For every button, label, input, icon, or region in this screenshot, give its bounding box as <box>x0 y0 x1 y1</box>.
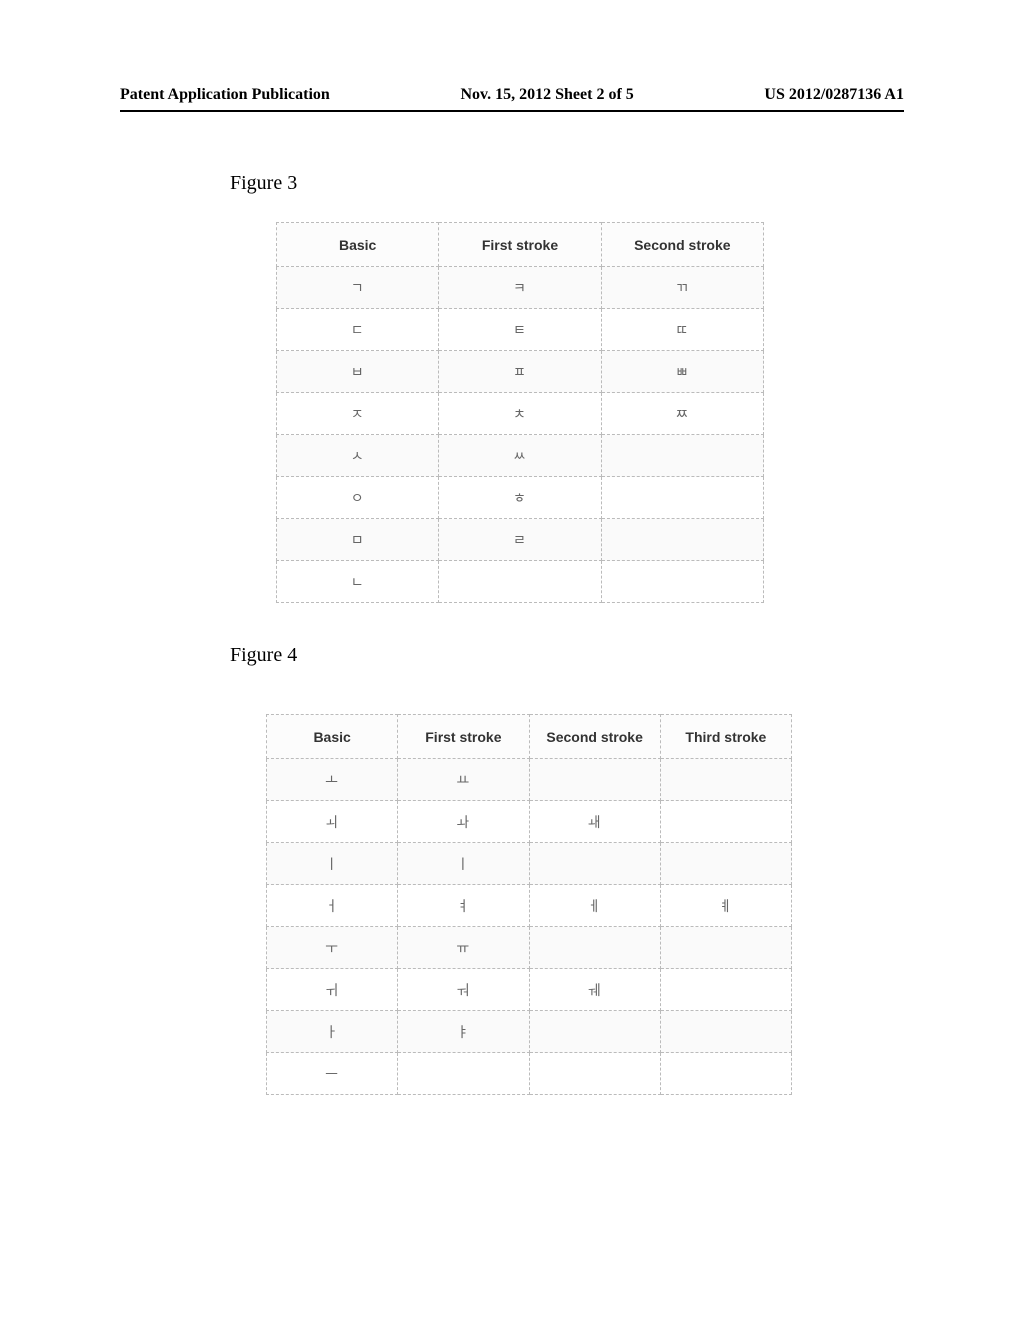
table-row: ㅟ ㅝ ㅞ <box>267 969 792 1011</box>
table-row: ㅚ ㅘ ㅙ <box>267 801 792 843</box>
cell-first: ㅎ <box>439 477 601 519</box>
table-row: ㅇ ㅎ <box>277 477 764 519</box>
cell-basic: ㅓ <box>267 885 398 927</box>
figure-4-table: Basic First stroke Second stroke Third s… <box>266 714 792 1095</box>
cell-second <box>601 561 763 603</box>
cell-second <box>529 843 660 885</box>
cell-basic: ㅚ <box>267 801 398 843</box>
cell-basic: ㅣ <box>267 843 398 885</box>
cell-first: ㄹ <box>439 519 601 561</box>
cell-first: ㅝ <box>398 969 529 1011</box>
cell-basic: ㅜ <box>267 927 398 969</box>
cell-first: ㅌ <box>439 309 601 351</box>
col-basic: Basic <box>267 715 398 759</box>
cell-first: ㅆ <box>439 435 601 477</box>
cell-second <box>529 759 660 801</box>
figure-4-label: Figure 4 <box>230 644 297 667</box>
cell-third <box>660 1053 791 1095</box>
cell-basic: ㅇ <box>277 477 439 519</box>
col-third-stroke: Third stroke <box>660 715 791 759</box>
cell-third <box>660 969 791 1011</box>
cell-basic: ㅈ <box>277 393 439 435</box>
table-row: ㅅ ㅆ <box>277 435 764 477</box>
cell-second <box>601 435 763 477</box>
cell-basic: ㄱ <box>277 267 439 309</box>
figure-3-label: Figure 3 <box>230 172 297 195</box>
cell-second <box>601 519 763 561</box>
cell-second <box>529 927 660 969</box>
cell-second: ㄲ <box>601 267 763 309</box>
table-header-row: Basic First stroke Second stroke Third s… <box>267 715 792 759</box>
header-right: US 2012/0287136 A1 <box>764 86 904 104</box>
cell-first: ㅘ <box>398 801 529 843</box>
table-row: ㅣ ㅣ <box>267 843 792 885</box>
cell-first <box>439 561 601 603</box>
cell-third <box>660 759 791 801</box>
table-row: ㅜ ㅠ <box>267 927 792 969</box>
cell-second: ㅙ <box>529 801 660 843</box>
cell-first: ㅋ <box>439 267 601 309</box>
cell-first: ㅕ <box>398 885 529 927</box>
table-header-row: Basic First stroke Second stroke <box>277 223 764 267</box>
header-left: Patent Application Publication <box>120 86 330 104</box>
cell-second: ㄸ <box>601 309 763 351</box>
cell-second: ㅉ <box>601 393 763 435</box>
cell-first: ㅠ <box>398 927 529 969</box>
cell-second: ㅃ <box>601 351 763 393</box>
cell-basic: ㅅ <box>277 435 439 477</box>
cell-basic: ㅂ <box>277 351 439 393</box>
cell-second: ㅔ <box>529 885 660 927</box>
cell-second <box>529 1011 660 1053</box>
table-row: ㄷ ㅌ ㄸ <box>277 309 764 351</box>
cell-first: ㅊ <box>439 393 601 435</box>
cell-first: ㅛ <box>398 759 529 801</box>
header-rule <box>120 110 904 112</box>
cell-first: ㅑ <box>398 1011 529 1053</box>
cell-basic: ㅏ <box>267 1011 398 1053</box>
cell-basic: ㅁ <box>277 519 439 561</box>
cell-basic: ㅡ <box>267 1053 398 1095</box>
table-row: ㅡ <box>267 1053 792 1095</box>
cell-third: ㅖ <box>660 885 791 927</box>
col-basic: Basic <box>277 223 439 267</box>
cell-basic: ㄴ <box>277 561 439 603</box>
cell-third <box>660 1011 791 1053</box>
header-center: Nov. 15, 2012 Sheet 2 of 5 <box>460 86 633 104</box>
cell-third <box>660 801 791 843</box>
table-row: ㄴ <box>277 561 764 603</box>
cell-first <box>398 1053 529 1095</box>
cell-basic: ㅟ <box>267 969 398 1011</box>
cell-first: ㅍ <box>439 351 601 393</box>
col-first-stroke: First stroke <box>398 715 529 759</box>
cell-second <box>529 1053 660 1095</box>
table-row: ㅗ ㅛ <box>267 759 792 801</box>
cell-second: ㅞ <box>529 969 660 1011</box>
table-row: ㅈ ㅊ ㅉ <box>277 393 764 435</box>
cell-first: ㅣ <box>398 843 529 885</box>
col-second-stroke: Second stroke <box>601 223 763 267</box>
table-row: ㅂ ㅍ ㅃ <box>277 351 764 393</box>
cell-third <box>660 843 791 885</box>
table-row: ㄱ ㅋ ㄲ <box>277 267 764 309</box>
table-row: ㅁ ㄹ <box>277 519 764 561</box>
cell-third <box>660 927 791 969</box>
cell-basic: ㅗ <box>267 759 398 801</box>
table-row: ㅏ ㅑ <box>267 1011 792 1053</box>
col-first-stroke: First stroke <box>439 223 601 267</box>
page-header: Patent Application Publication Nov. 15, … <box>0 86 1024 104</box>
table-row: ㅓ ㅕ ㅔ ㅖ <box>267 885 792 927</box>
col-second-stroke: Second stroke <box>529 715 660 759</box>
cell-second <box>601 477 763 519</box>
figure-3-table: Basic First stroke Second stroke ㄱ ㅋ ㄲ ㄷ… <box>276 222 764 603</box>
cell-basic: ㄷ <box>277 309 439 351</box>
